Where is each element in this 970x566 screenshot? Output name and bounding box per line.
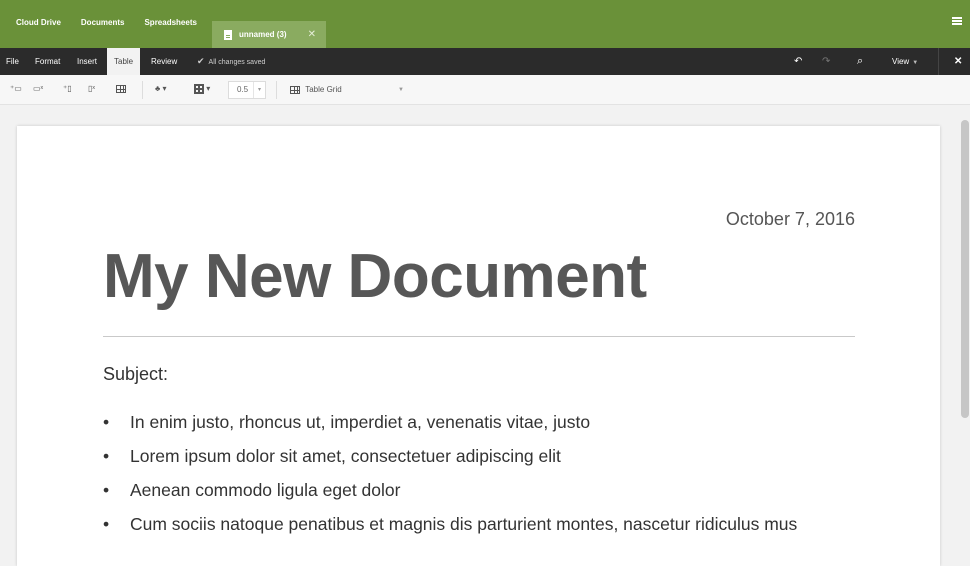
save-status-text: All changes saved bbox=[208, 59, 266, 66]
bullet-icon: • bbox=[103, 480, 110, 500]
bullet-list: • In enim justo, rhoncus ut, imperdiet a,… bbox=[103, 412, 797, 548]
scrollbar-thumb[interactable] bbox=[961, 120, 969, 418]
check-icon: ✔ bbox=[197, 56, 205, 66]
border-width-value: 0.5 bbox=[237, 85, 249, 94]
document-title[interactable]: My New Document bbox=[103, 241, 647, 312]
view-menu[interactable]: View ▼ bbox=[892, 48, 918, 75]
table-style-label: Table Grid bbox=[305, 85, 342, 94]
borders-icon[interactable]: ▾ bbox=[194, 83, 210, 95]
hamburger-menu-icon[interactable] bbox=[952, 17, 962, 25]
menu-insert[interactable]: Insert bbox=[77, 48, 97, 75]
list-item[interactable]: • Aenean commodo ligula eget dolor bbox=[103, 480, 797, 514]
chevron-down-icon: ▼ bbox=[398, 87, 404, 93]
list-item-text: Cum sociis natoque penatibus et magnis d… bbox=[130, 514, 798, 534]
list-item-text: In enim justo, rhoncus ut, imperdiet a, … bbox=[130, 412, 591, 432]
undo-icon[interactable]: ↶ bbox=[794, 48, 802, 75]
redo-icon[interactable]: ↷ bbox=[822, 48, 830, 75]
cell-fill-icon[interactable]: ♣ ▾ bbox=[155, 83, 167, 95]
subject-label[interactable]: Subject: bbox=[103, 364, 168, 385]
menu-format[interactable]: Format bbox=[35, 48, 60, 75]
list-item[interactable]: • Lorem ipsum dolor sit amet, consectetue… bbox=[103, 446, 797, 480]
chevron-down-icon: ▼ bbox=[912, 60, 919, 66]
menu-review[interactable]: Review bbox=[151, 48, 177, 75]
close-tab-icon[interactable]: ✕ bbox=[308, 29, 316, 40]
bullet-icon: • bbox=[103, 446, 110, 466]
list-item[interactable]: • Cum sociis natoque penatibus et magnis … bbox=[103, 514, 797, 548]
document-page[interactable]: October 7, 2016 My New Document Subject:… bbox=[17, 126, 940, 566]
close-document-icon[interactable]: ✕ bbox=[954, 48, 962, 75]
document-tab-title: unnamed (3) bbox=[239, 30, 287, 39]
delete-row-icon[interactable]: ▭ˣ bbox=[33, 83, 43, 95]
stepper-icon[interactable]: ▾ bbox=[253, 82, 265, 98]
nav-documents[interactable]: Documents bbox=[81, 18, 125, 27]
toolbar-divider bbox=[276, 81, 277, 99]
list-item-text: Lorem ipsum dolor sit amet, consectetuer… bbox=[130, 446, 561, 466]
search-icon[interactable]: ⌕ bbox=[857, 48, 863, 75]
list-item-text: Aenean commodo ligula eget dolor bbox=[130, 480, 401, 500]
bullet-icon: • bbox=[103, 514, 110, 534]
table-grid-icon bbox=[290, 85, 300, 94]
border-width-input[interactable]: 0.5 ▾ bbox=[228, 81, 266, 99]
bullet-icon: • bbox=[103, 412, 110, 432]
insert-column-icon[interactable]: ⁺▯ bbox=[63, 83, 72, 95]
insert-row-above-icon[interactable]: ⁺▭ bbox=[10, 83, 22, 95]
menu-table[interactable]: Table bbox=[107, 48, 141, 75]
document-tab[interactable]: unnamed (3) ✕ bbox=[212, 21, 326, 48]
nav-spreadsheets[interactable]: Spreadsheets bbox=[144, 18, 196, 27]
menu-bar: File Format Insert Table Review ✔ All cha… bbox=[0, 48, 970, 75]
toolbar-divider bbox=[142, 81, 143, 99]
nav-cloud-drive[interactable]: Cloud Drive bbox=[16, 18, 61, 27]
delete-column-icon[interactable]: ▯ˣ bbox=[88, 83, 95, 95]
menu-file[interactable]: File bbox=[6, 48, 19, 75]
view-label: View bbox=[892, 57, 910, 66]
divider bbox=[938, 48, 939, 75]
document-date[interactable]: October 7, 2016 bbox=[726, 209, 855, 230]
save-status: ✔ All changes saved bbox=[197, 48, 265, 75]
top-navigation: Cloud Drive Documents Spreadsheets bbox=[16, 18, 217, 27]
title-divider bbox=[103, 336, 855, 337]
table-style-select[interactable]: Table Grid ▼ bbox=[290, 81, 408, 99]
app-header: Cloud Drive Documents Spreadsheets unnam… bbox=[0, 0, 970, 48]
merge-cells-icon[interactable] bbox=[116, 83, 126, 95]
document-icon bbox=[224, 29, 232, 40]
list-item[interactable]: • In enim justo, rhoncus ut, imperdiet a,… bbox=[103, 412, 797, 446]
table-toolbar: ⁺▭ ▭ˣ ⁺▯ ▯ˣ ♣ ▾ ▾ 0.5 ▾ Table Grid ▼ bbox=[0, 75, 970, 105]
